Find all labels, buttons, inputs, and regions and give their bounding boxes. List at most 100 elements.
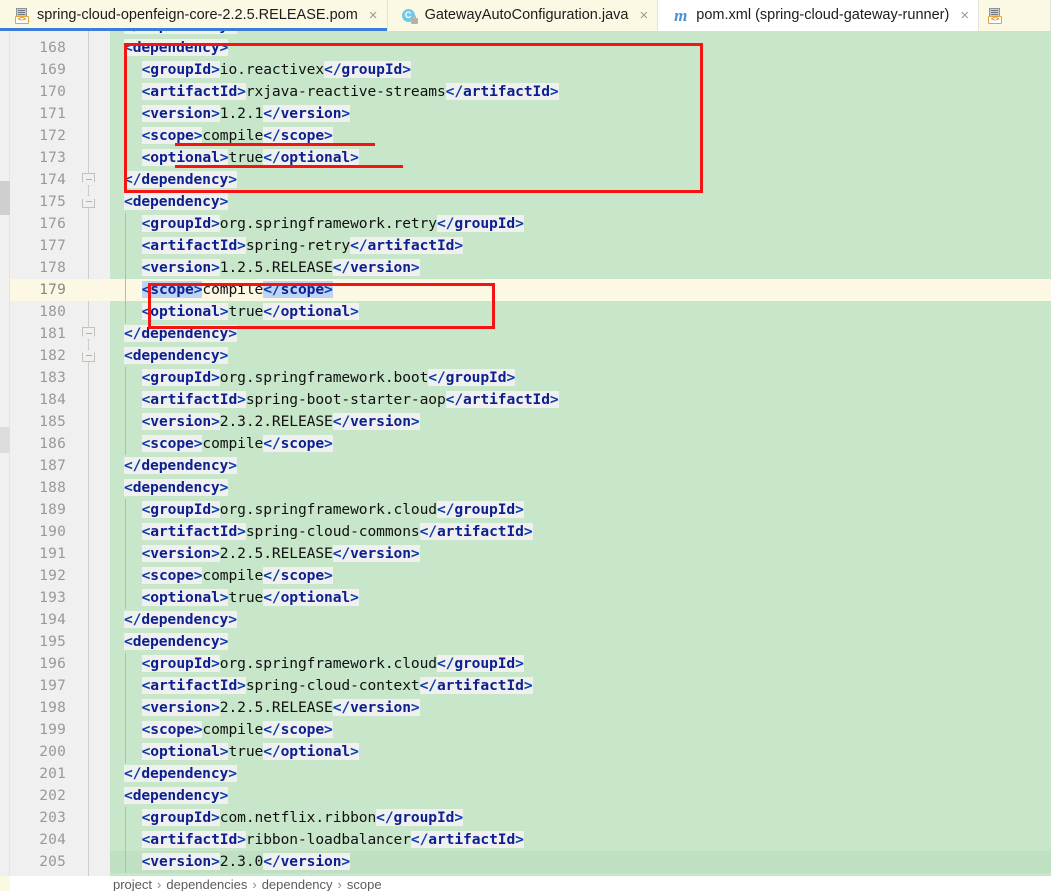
line-number-row[interactable]: 180	[10, 301, 110, 323]
code-line[interactable]: <groupId>org.springframework.boot</group…	[141, 367, 515, 389]
line-number: 176	[39, 216, 66, 232]
code-line[interactable]: <optional>true</optional>	[141, 741, 359, 763]
code-line[interactable]: <artifactId>spring-cloud-commons</artifa…	[141, 521, 533, 543]
line-number: 203	[39, 810, 66, 826]
line-number-row[interactable]: 187	[10, 455, 110, 477]
close-icon[interactable]: ×	[369, 8, 378, 23]
line-number: 193	[39, 590, 66, 606]
line-number-row[interactable]: 184	[10, 389, 110, 411]
lock-badge-icon	[410, 14, 418, 24]
line-number-row[interactable]: 190	[10, 521, 110, 543]
breadcrumb-item[interactable]: scope	[347, 877, 382, 891]
line-number-row[interactable]: 168	[10, 37, 110, 59]
code-line[interactable]: <optional>true</optional>	[141, 587, 359, 609]
breadcrumb[interactable]: project › dependencies › dependency › scope	[113, 877, 382, 891]
code-line[interactable]: <groupId>org.springframework.retry</grou…	[141, 213, 524, 235]
code-line[interactable]: <scope>compile</scope>	[141, 565, 333, 587]
code-line[interactable]: <version>2.2.5.RELEASE</version>	[141, 697, 420, 719]
indent-guide	[125, 653, 126, 763]
line-number-row[interactable]: 171	[10, 103, 110, 125]
line-number-row[interactable]: 194	[10, 609, 110, 631]
code-line[interactable]: <artifactId>spring-boot-starter-aop</art…	[141, 389, 559, 411]
line-number-row[interactable]: 183	[10, 367, 110, 389]
line-number-row[interactable]: 185	[10, 411, 110, 433]
line-number-row[interactable]: 193	[10, 587, 110, 609]
line-number-row[interactable]: 202	[10, 785, 110, 807]
code-line[interactable]: <artifactId>spring-cloud-context</artifa…	[141, 675, 533, 697]
line-number-gutter[interactable]: 167 168 169 170 171 172 173 174 175 176 177 178 179 1…	[10, 31, 110, 876]
close-icon[interactable]: ×	[960, 8, 969, 23]
code-line[interactable]: <artifactId>spring-retry</artifactId>	[141, 235, 463, 257]
code-line-background	[110, 609, 1051, 631]
scroll-marker[interactable]	[0, 427, 10, 453]
editor-marker-strip[interactable]	[0, 31, 10, 876]
annotation-underline-line-173	[175, 165, 403, 168]
line-number-row[interactable]: 174	[10, 169, 110, 191]
line-number-row[interactable]: 179	[10, 279, 110, 301]
code-line[interactable]: </dependency>	[124, 455, 237, 477]
line-number-row[interactable]: 188	[10, 477, 110, 499]
breadcrumb-item[interactable]: dependency	[262, 877, 333, 891]
line-number-row[interactable]: 192	[10, 565, 110, 587]
line-number-row[interactable]: 201	[10, 763, 110, 785]
close-icon[interactable]: ×	[640, 8, 649, 23]
line-number-row[interactable]: 170	[10, 81, 110, 103]
breadcrumb-item[interactable]: dependencies	[166, 877, 247, 891]
breadcrumb-separator: ›	[252, 877, 257, 891]
maven-icon: m	[674, 5, 688, 25]
line-number-row[interactable]: 172	[10, 125, 110, 147]
line-number-row[interactable]: 199	[10, 719, 110, 741]
line-number-row[interactable]: 189	[10, 499, 110, 521]
line-number-row[interactable]: 205	[10, 851, 110, 873]
code-line[interactable]: </dependency>	[124, 763, 237, 785]
code-line[interactable]: <dependency>	[124, 631, 228, 653]
line-number-row[interactable]: 203	[10, 807, 110, 829]
code-line[interactable]: <groupId>com.netflix.ribbon</groupId>	[141, 807, 463, 829]
line-number-row[interactable]: 173	[10, 147, 110, 169]
tab-pom-xml-spring-cloud-gateway-runner[interactable]: m pom.xml (spring-cloud-gateway-runner) …	[658, 0, 980, 31]
line-number: 185	[39, 414, 66, 430]
line-number-row[interactable]: 181	[10, 323, 110, 345]
line-number-row[interactable]: 177	[10, 235, 110, 257]
code-line-background	[110, 455, 1051, 477]
code-line[interactable]: <dependency>	[124, 345, 228, 367]
code-line[interactable]: <dependency>	[124, 477, 228, 499]
line-number-row[interactable]: 191	[10, 543, 110, 565]
code-line[interactable]: <groupId>org.springframework.cloud</grou…	[141, 653, 524, 675]
line-number: 191	[39, 546, 66, 562]
code-line[interactable]: <version>1.2.5.RELEASE</version>	[141, 257, 420, 279]
line-number: 177	[39, 238, 66, 254]
code-line[interactable]: <artifactId>ribbon-loadbalancer</artifac…	[141, 829, 524, 851]
line-number-row[interactable]: 178	[10, 257, 110, 279]
line-number-row[interactable]: 200	[10, 741, 110, 763]
line-number-row[interactable]: 198	[10, 697, 110, 719]
line-number-row[interactable]: 175	[10, 191, 110, 213]
line-number: 178	[39, 260, 66, 276]
line-number-row[interactable]: 176	[10, 213, 110, 235]
line-number-row[interactable]: 169	[10, 59, 110, 81]
code-line[interactable]: <scope>compile</scope>	[141, 433, 333, 455]
line-number: 170	[39, 84, 66, 100]
line-number-row[interactable]: 196	[10, 653, 110, 675]
scrollbar-thumb[interactable]	[0, 181, 10, 215]
tab-spring-cloud-openfeign-core-pom[interactable]: <> spring-cloud-openfeign-core-2.2.5.REL…	[0, 0, 388, 31]
code-line[interactable]: <scope>compile</scope>	[141, 719, 333, 741]
tab-partial-next[interactable]: <>	[979, 0, 1051, 31]
line-number-row[interactable]: 204	[10, 829, 110, 851]
code-line[interactable]: <version>2.2.5.RELEASE</version>	[141, 543, 420, 565]
code-line[interactable]: <groupId>org.springframework.cloud</grou…	[141, 499, 524, 521]
code-line[interactable]: <version>2.3.2.RELEASE</version>	[141, 411, 420, 433]
line-number-row[interactable]: 182	[10, 345, 110, 367]
code-line[interactable]: </dependency>	[124, 609, 237, 631]
line-number-row[interactable]: 186	[10, 433, 110, 455]
indent-guide	[125, 807, 126, 873]
xml-file-icon: <>	[987, 7, 1003, 24]
tab-gatewayautoconfiguration-java[interactable]: C GatewayAutoConfiguration.java ×	[387, 0, 659, 31]
code-line[interactable]: <dependency>	[124, 785, 228, 807]
line-number-row[interactable]: 195	[10, 631, 110, 653]
breadcrumb-item[interactable]: project	[113, 877, 152, 891]
line-number-row[interactable]: 197	[10, 675, 110, 697]
line-number: 169	[39, 62, 66, 78]
code-line[interactable]: <version>2.3.0</version>	[141, 851, 350, 873]
code-line[interactable]: <dependency>	[124, 191, 228, 213]
